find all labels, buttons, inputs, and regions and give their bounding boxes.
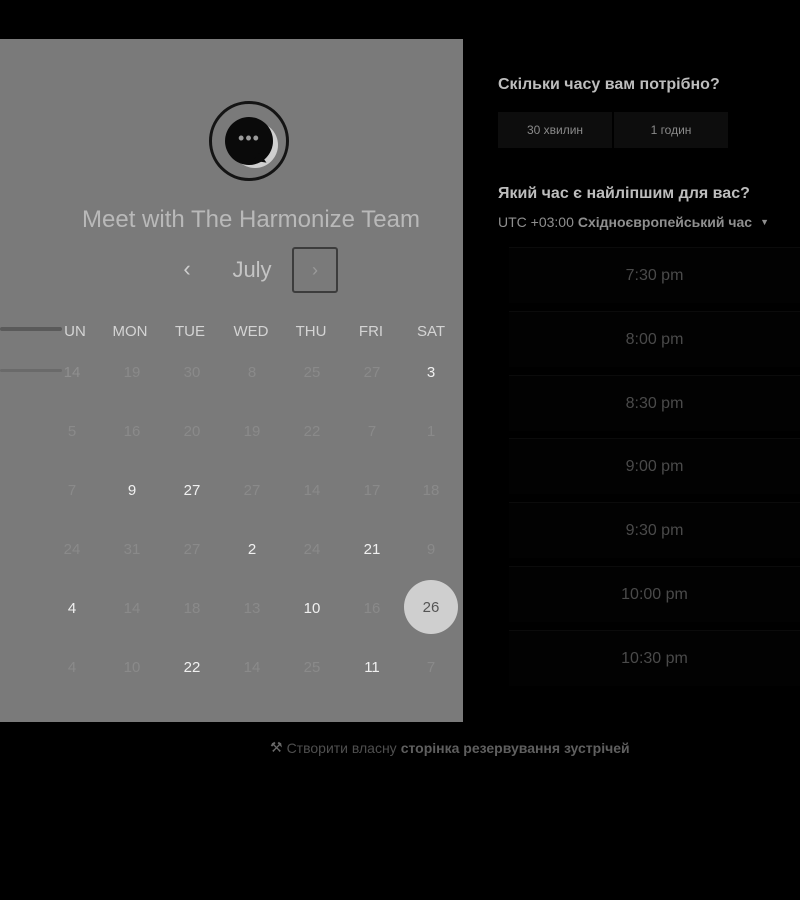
time-slot-button[interactable]: 8:00 pm <box>509 311 800 367</box>
calendar-day: 16 <box>363 600 381 617</box>
calendar-day: 1 <box>426 423 436 440</box>
duration-question: Скільки часу вам потрібно? <box>498 76 720 93</box>
calendar-day: 18 <box>422 482 440 499</box>
selected-day[interactable]: 26 <box>404 580 458 634</box>
calendar-day: 14 <box>123 600 141 617</box>
weekday-label: SAT <box>416 323 446 340</box>
weekday-label: TUE <box>175 323 205 340</box>
calendar-day: 20 <box>183 423 201 440</box>
calendar-day: 7 <box>426 659 436 676</box>
calendar-day: 19 <box>123 364 141 381</box>
chat-bubble-logo-icon: ••• <box>209 101 289 181</box>
footer-link[interactable]: сторінка резервування зустрічей <box>401 740 630 756</box>
calendar-day: 14 <box>63 364 81 381</box>
caret-down-icon: ▼ <box>760 217 769 227</box>
duration-30-min-button[interactable]: 30 хвилин <box>498 112 612 148</box>
calendar-day: 24 <box>63 541 81 558</box>
calendar-day[interactable]: 11 <box>342 659 402 676</box>
calendar-day[interactable]: 10 <box>282 600 342 617</box>
chevron-left-icon[interactable]: ‹ <box>172 254 202 284</box>
calendar-day: 30 <box>183 364 201 381</box>
selected-day-label: 26 <box>422 598 440 616</box>
weekday-label: FRI <box>358 323 384 340</box>
calendar-day: 27 <box>183 541 201 558</box>
calendar-day: 8 <box>247 364 257 381</box>
calendar-day: 24 <box>303 541 321 558</box>
time-slot-button[interactable]: 9:30 pm <box>509 502 800 558</box>
calendar-day: 13 <box>243 600 261 617</box>
time-slot-button[interactable]: 9:00 pm <box>509 438 800 494</box>
calendar-day: 16 <box>123 423 141 440</box>
booking-panel: Скільки часу вам потрібно? 30 хвилин 1 г… <box>463 39 800 722</box>
duration-1-hour-button[interactable]: 1 годин <box>614 112 728 148</box>
calendar-day: 10 <box>123 659 141 676</box>
calendar-day: 27 <box>243 482 261 499</box>
calendar-day: 14 <box>303 482 321 499</box>
calendar-day: 25 <box>303 364 321 381</box>
calendar-day[interactable]: 22 <box>162 659 222 676</box>
calendar-day: 19 <box>243 423 261 440</box>
calendar-panel: ••• Meet with The Harmonize Team ‹ July … <box>0 39 463 722</box>
calendar-day: 5 <box>67 423 77 440</box>
time-slot-button[interactable]: 7:30 pm <box>509 247 800 303</box>
time-slot-button[interactable]: 10:30 pm <box>509 630 800 686</box>
calendar-day: 22 <box>303 423 321 440</box>
weekday-label: MON <box>112 323 148 340</box>
weekday-label: WED <box>233 323 269 340</box>
timezone-name: Східноєвропейський час <box>577 214 753 230</box>
calendar-day[interactable]: 21 <box>342 541 402 558</box>
calendar-day: 27 <box>363 364 381 381</box>
weekday-label: THU <box>295 323 327 340</box>
time-question: Який час є найліпшим для вас? <box>498 185 750 202</box>
calendar-day: 17 <box>363 482 381 499</box>
duration-options: 30 хвилин 1 годин <box>498 112 728 148</box>
page-title: Meet with The Harmonize Team <box>82 206 420 233</box>
calendar-day[interactable]: 2 <box>222 541 282 558</box>
time-slot-button[interactable]: 10:00 pm <box>509 566 800 622</box>
chevron-right-icon[interactable]: › <box>292 247 338 293</box>
timezone-selector[interactable]: UTC +03:00 Східноєвропейський час ▼ <box>498 214 769 230</box>
calendar-day: 18 <box>183 600 201 617</box>
timezone-offset: UTC +03:00 <box>498 214 574 230</box>
calendar-day: 7 <box>67 482 77 499</box>
wrench-icon: ⚒ <box>270 739 283 755</box>
calendar-day: 4 <box>67 659 77 676</box>
create-booking-page-link[interactable]: ⚒ Створити власну сторінка резервування … <box>270 739 630 756</box>
calendar-day[interactable]: 3 <box>401 364 461 381</box>
calendar-day[interactable]: 4 <box>42 600 102 617</box>
calendar-day: 25 <box>303 659 321 676</box>
footer-prefix: Створити власну <box>286 739 397 756</box>
calendar-day: 31 <box>123 541 141 558</box>
calendar-day: 14 <box>243 659 261 676</box>
month-label: July <box>232 257 272 282</box>
calendar-day[interactable]: 9 <box>102 482 162 499</box>
time-slot-button[interactable]: 8:30 pm <box>509 375 800 431</box>
calendar-day[interactable]: 27 <box>162 482 222 499</box>
calendar-day: 7 <box>367 423 377 440</box>
calendar-day: 9 <box>426 541 436 558</box>
weekday-label: UN <box>64 323 86 340</box>
